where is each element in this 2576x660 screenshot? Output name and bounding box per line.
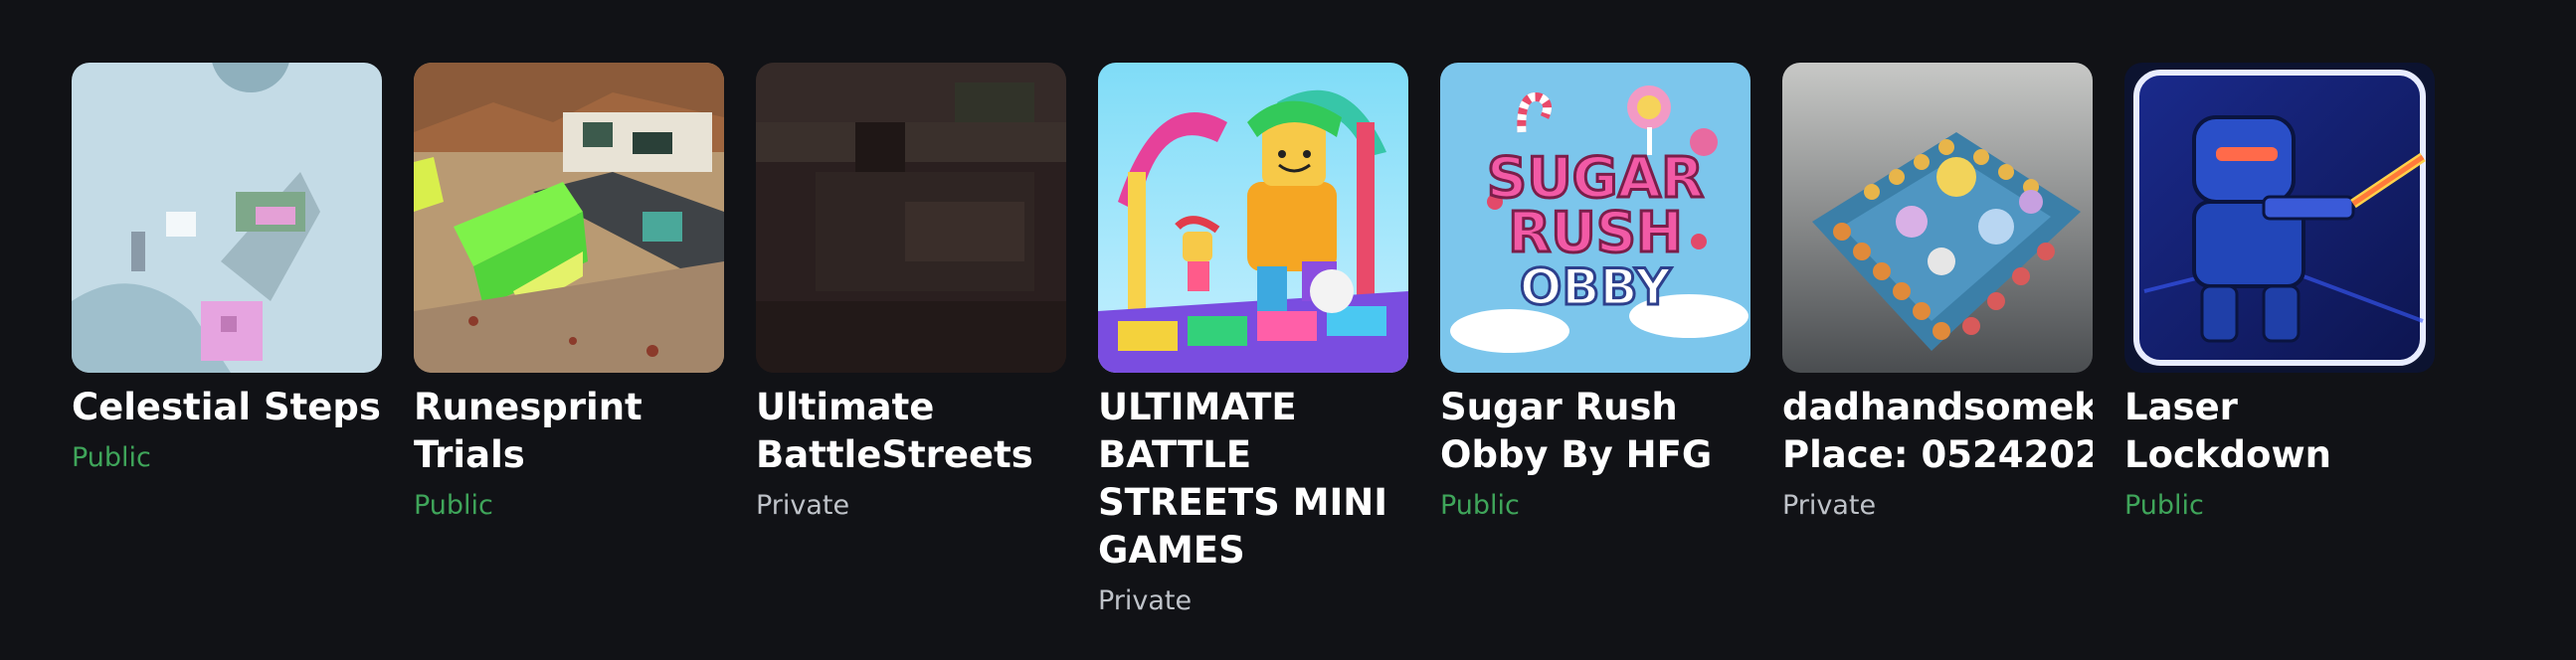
experience-title[interactable]: Ultimate BattleStreets [756,384,1066,479]
sugar-rush-obby-thumbnail[interactable]: SUGAR RUSH OBBY [1440,63,1750,373]
celestial-steps-thumbnail[interactable] [72,63,382,373]
experience-card-place[interactable]: dadhandsomekir Place: 05242025_ Private [1782,63,2093,618]
experience-title[interactable]: dadhandsomekir Place: 05242025_ [1782,384,2093,479]
sugar-rush-logo-line3: OBBY [1520,258,1672,316]
runesprint-trials-thumbnail[interactable] [414,63,724,373]
experience-status: Public [414,490,493,521]
experience-status: Private [1782,490,1877,521]
experience-card-ultimate-battle-streets-mini-games[interactable]: ULTIMATE BATTLE STREETS MINI GAMES Priva… [1098,63,1408,618]
experience-card-runesprint-trials[interactable]: Runesprint Trials Public [414,63,724,618]
experience-title[interactable]: Laser Lockdown [2124,384,2435,479]
laser-lockdown-thumbnail[interactable] [2124,63,2435,373]
experience-title[interactable]: ULTIMATE BATTLE STREETS MINI GAMES [1098,384,1408,575]
experience-status: Public [2124,490,2204,521]
sugar-rush-logo-line2: RUSH [1508,201,1683,265]
experience-card-laser-lockdown[interactable]: Laser Lockdown Public [2124,63,2435,618]
ultimate-battle-streets-mini-games-thumbnail[interactable] [1098,63,1408,373]
experience-status: Public [1440,490,1520,521]
experience-title[interactable]: Runesprint Trials [414,384,724,479]
experience-status: Private [1098,585,1193,616]
experience-grid: Celestial Steps Public Runesprint Trials… [72,63,2435,618]
experience-title[interactable]: Celestial Steps [72,384,382,431]
experience-status: Public [72,442,151,473]
experience-status: Private [756,490,850,521]
experience-card-celestial-steps[interactable]: Celestial Steps Public [72,63,382,618]
experience-card-ultimate-battlestreets[interactable]: Ultimate BattleStreets Private [756,63,1066,618]
experience-title[interactable]: Sugar Rush Obby By HFG [1440,384,1750,479]
ultimate-battlestreets-thumbnail[interactable] [756,63,1066,373]
place-thumbnail[interactable] [1782,63,2093,373]
experience-card-sugar-rush-obby[interactable]: SUGAR RUSH OBBY Sugar Rush Obby By HFG P… [1440,63,1750,618]
